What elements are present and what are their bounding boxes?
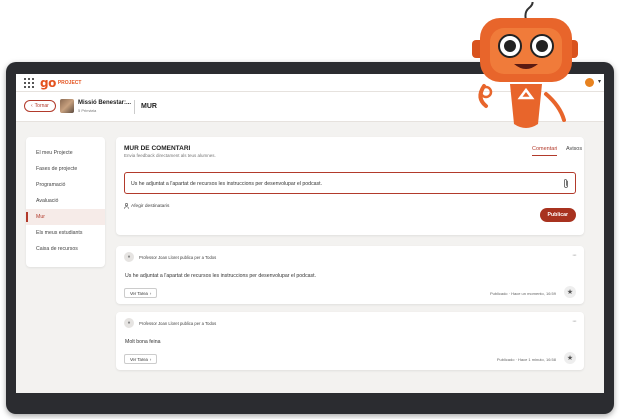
- author-avatar-icon: ●: [124, 318, 134, 328]
- publish-button[interactable]: Publicar: [539, 208, 576, 222]
- post-body: Us he adjuntat a l'apartat de recursos l…: [125, 273, 317, 279]
- post-author: Professor Joan Lloret publica per a Todo…: [139, 255, 217, 260]
- sidebar-item-fases-de-projecte[interactable]: Fases de projecte: [26, 161, 105, 177]
- comment-input-text: Us he adjuntat a l'apartat de recursos l…: [131, 181, 323, 187]
- person-icon: [124, 203, 129, 209]
- logo-go: go: [40, 76, 56, 90]
- chevron-right-icon: ›: [149, 290, 152, 296]
- apps-grid-icon[interactable]: [24, 78, 34, 88]
- comment-input[interactable]: Us he adjuntat a l'apartat de recursos l…: [124, 172, 576, 194]
- course-title[interactable]: Missió Benestar:...: [78, 100, 131, 106]
- post-date: Publicado · Hace 1 minuto, 16:58: [496, 357, 556, 362]
- robot-antenna: [524, 2, 534, 21]
- post-body: Molt bona feina: [125, 339, 161, 345]
- paperclip-icon[interactable]: [562, 178, 570, 189]
- chevron-down-icon[interactable]: ▾: [598, 78, 601, 85]
- logo[interactable]: go PROJECT: [40, 76, 81, 90]
- tab-avisos[interactable]: Avisos: [566, 146, 582, 152]
- stage: go PROJECT ▾ ‹ Tornar Missió Benestar:..…: [0, 0, 620, 419]
- robot-arm-right: [544, 92, 566, 122]
- post-author: Professor Joan Lloret publica per a Todo…: [139, 321, 217, 326]
- back-button[interactable]: ‹ Tornar: [24, 100, 56, 112]
- view-task-button[interactable]: Ver Tarea ›: [124, 354, 158, 364]
- back-button-label: Tornar: [34, 103, 49, 109]
- add-recipient-label: Afegir destinataris: [131, 203, 170, 209]
- sidebar-item-mur[interactable]: Mur: [26, 209, 105, 225]
- sidebar-item-programacio[interactable]: Programació: [26, 177, 105, 193]
- wall-card: MUR DE COMENTARI Envia feedback directam…: [116, 137, 584, 235]
- wall-subtitle: Envia feedback directament als teus alum…: [124, 153, 216, 158]
- more-icon[interactable]: ···: [572, 318, 577, 325]
- star-icon[interactable]: ★: [564, 286, 576, 298]
- header-divider: [134, 100, 135, 114]
- page-title: MUR: [141, 103, 157, 110]
- author-avatar-icon: ●: [124, 252, 134, 262]
- robot-mascot: [472, 2, 578, 128]
- view-task-label: Ver Tarea: [130, 356, 148, 362]
- sidebar-item-caixa-de-recursos[interactable]: Caixa de recursos: [26, 241, 105, 257]
- more-icon[interactable]: ···: [572, 252, 577, 259]
- logo-text: PROJECT: [57, 79, 82, 86]
- view-task-label: Ver Tarea: [130, 290, 148, 296]
- post-date: Publicado · Hace un momento, 16:59: [489, 291, 556, 296]
- course-thumbnail: [60, 99, 74, 113]
- add-recipient-button[interactable]: Afegir destinataris: [124, 203, 169, 209]
- back-arrow-icon: ‹: [31, 103, 33, 109]
- tab-comentari[interactable]: Comentari: [532, 146, 558, 156]
- chevron-right-icon: ›: [149, 356, 152, 362]
- post-card: ● Professor Joan Lloret publica per a To…: [116, 312, 584, 370]
- star-icon[interactable]: ★: [564, 352, 576, 364]
- view-task-button[interactable]: Ver Tarea ›: [124, 288, 158, 298]
- wall-title: MUR DE COMENTARI: [124, 145, 191, 152]
- post-card: ● Professor Joan Lloret publica per a To…: [116, 246, 584, 304]
- sidebar: El meu Projecte Fases de projecte Progra…: [26, 137, 105, 267]
- sidebar-item-avaluacio[interactable]: Avaluació: [26, 193, 105, 209]
- sidebar-item-el-meu-projecte[interactable]: El meu Projecte: [26, 145, 105, 161]
- sidebar-item-els-meus-estudiants[interactable]: Els meus estudiants: [26, 225, 105, 241]
- user-avatar-icon[interactable]: [585, 78, 594, 87]
- course-subtitle: 5 Primària: [78, 108, 97, 113]
